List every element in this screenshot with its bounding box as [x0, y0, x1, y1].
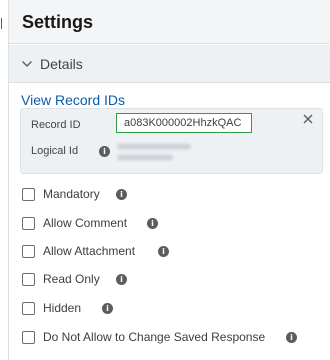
- hidden-checkbox[interactable]: [22, 302, 35, 315]
- close-icon[interactable]: [301, 112, 315, 126]
- settings-panel: Settings Details View Record IDs Record …: [8, 0, 330, 360]
- details-section-label: Details: [40, 56, 83, 72]
- do-not-allow-change-label: Do Not Allow to Change Saved Response: [43, 330, 266, 344]
- read-only-checkbox[interactable]: [22, 273, 35, 286]
- app-window: Settings Details View Record IDs Record …: [0, 0, 330, 360]
- hidden-label: Hidden: [43, 301, 82, 315]
- info-icon[interactable]: i: [102, 303, 113, 314]
- allow-comment-label: Allow Comment: [43, 216, 128, 230]
- allow-attachment-label: Allow Attachment: [43, 244, 136, 258]
- do-not-allow-change-checkbox[interactable]: [22, 331, 35, 344]
- allow-comment-checkbox[interactable]: [22, 217, 35, 230]
- info-icon[interactable]: i: [286, 332, 297, 343]
- mandatory-label: Mandatory: [43, 187, 100, 201]
- left-edge-marker: [1, 18, 2, 29]
- panel-title: Settings: [22, 12, 94, 32]
- read-only-label: Read Only: [43, 272, 100, 286]
- view-record-ids-link[interactable]: View Record IDs: [21, 92, 125, 108]
- mandatory-checkbox[interactable]: [22, 188, 35, 201]
- record-id-label: Record ID: [31, 119, 81, 131]
- info-icon[interactable]: i: [99, 146, 110, 157]
- record-id-value[interactable]: a083K000002HhzkQAC: [116, 113, 252, 133]
- panel-header: Settings: [9, 0, 330, 44]
- info-icon[interactable]: i: [147, 218, 158, 229]
- info-icon[interactable]: i: [158, 246, 169, 257]
- allow-attachment-checkbox[interactable]: [22, 245, 35, 258]
- details-section-toggle[interactable]: Details: [9, 45, 330, 83]
- left-panel-edge: [0, 0, 8, 45]
- record-ids-box: Record ID a083K000002HhzkQAC Logical Id …: [20, 108, 323, 174]
- chevron-down-icon: [22, 61, 32, 67]
- logical-id-value-redacted: [117, 141, 197, 165]
- logical-id-label: Logical Id: [31, 145, 79, 157]
- info-icon[interactable]: i: [116, 189, 127, 200]
- info-icon[interactable]: i: [116, 274, 127, 285]
